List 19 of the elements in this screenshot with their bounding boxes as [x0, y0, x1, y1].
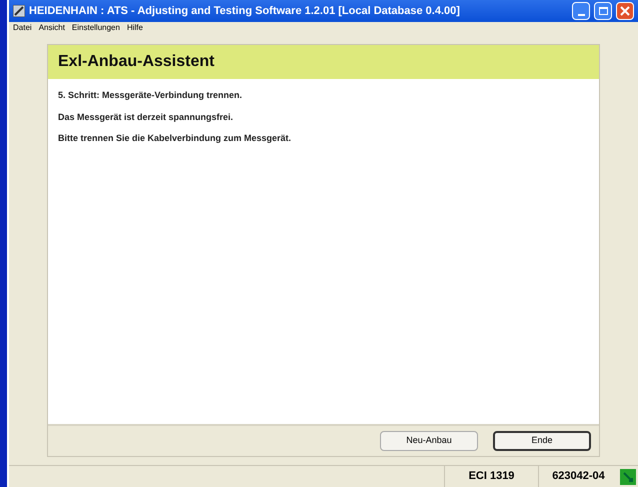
- close-button[interactable]: [616, 2, 634, 20]
- dialog-button[interactable]: Neu-Anbau: [380, 431, 478, 451]
- minimize-button[interactable]: [572, 2, 590, 20]
- instruction-text: Bitte trennen Sie die Kabelverbindung zum Messgerät.: [58, 132, 292, 145]
- wizard-title: Exl-Anbau-Assistent: [58, 52, 214, 72]
- instruction-text: 5. Schritt: Messgeräte-Verbindung trennen.: [58, 89, 244, 102]
- window-title: HEIDENHAIN : ATS - Adjusting and Testing Software 1.2.01 [Local Database 0.4.00]: [29, 4, 460, 19]
- status-field: ECI 1319: [444, 466, 538, 487]
- menu-item[interactable]: Ansicht: [38, 22, 65, 34]
- menu-item[interactable]: Datei: [13, 22, 32, 34]
- connection-icon: [620, 468, 636, 484]
- dialog-button[interactable]: Ende: [493, 431, 591, 451]
- status-field: 623042-04: [538, 466, 618, 487]
- close-icon: [620, 6, 630, 16]
- menu-item[interactable]: Hilfe: [126, 22, 143, 34]
- app-icon: [13, 5, 25, 17]
- menu-item[interactable]: Einstellungen: [72, 22, 120, 34]
- maximize-button[interactable]: [594, 2, 612, 20]
- instruction-text: Das Messgerät ist derzeit spannungsfrei.: [58, 110, 234, 124]
